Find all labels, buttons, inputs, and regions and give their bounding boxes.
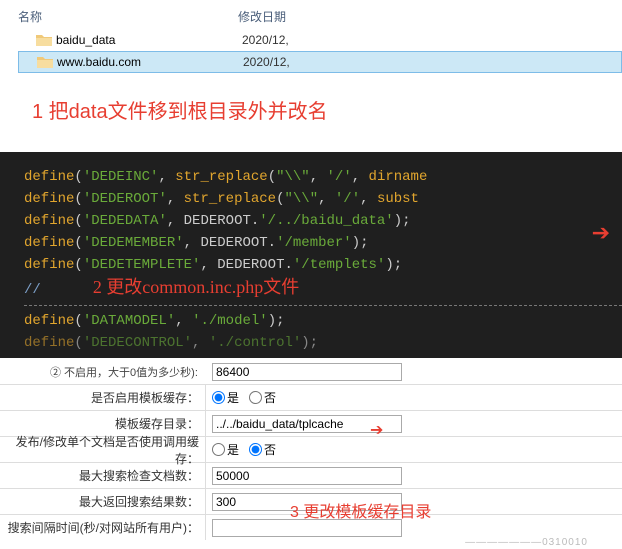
annotation-3: 3 更改模板缓存目录 (290, 498, 431, 522)
watermark: ———————0310010 (465, 537, 588, 548)
timeout-input[interactable] (212, 363, 402, 381)
arrow-icon: ➔ (370, 420, 383, 440)
file-explorer: 名称 修改日期 baidu_data 2020/12, www.baidu.co… (0, 0, 622, 152)
folder-icon (37, 54, 53, 70)
settings-form: ② 不启用，大于0值为多少秒): 是否启用模板缓存： 是 否 模板缓存目录： 发… (0, 358, 622, 549)
file-date: 2020/12, (243, 55, 290, 69)
field-label: 搜索间隔时间(秒/对网站所有用户)： (0, 515, 206, 540)
file-name: www.baidu.com (57, 55, 243, 69)
radio-no[interactable]: 否 (249, 389, 276, 406)
annotation-2: 2 更改common.inc.php文件 (93, 277, 299, 297)
folder-icon (36, 32, 52, 48)
field-label: 最大搜索检查文档数： (0, 463, 206, 488)
annotation-1: 1 把data文件移到根目录外并改名 (32, 95, 622, 124)
col-date-header[interactable]: 修改日期 (238, 8, 286, 25)
arrow-icon: ➔ (592, 224, 610, 246)
file-name: baidu_data (56, 33, 242, 47)
note-text: ② 不启用，大于0值为多少秒): (0, 362, 206, 382)
file-row[interactable]: www.baidu.com 2020/12, (18, 51, 622, 73)
radio-yes[interactable]: 是 (212, 441, 239, 458)
max-docs-input[interactable] (212, 467, 402, 485)
radio-no[interactable]: 否 (249, 441, 276, 458)
file-date: 2020/12, (242, 33, 289, 47)
field-label: 发布/修改单个文档是否使用调用缓存： (0, 437, 206, 462)
field-label: 最大返回搜索结果数： (0, 489, 206, 514)
file-list-header: 名称 修改日期 (18, 4, 622, 29)
field-label: 是否启用模板缓存： (0, 385, 206, 410)
col-name-header[interactable]: 名称 (18, 8, 238, 25)
code-editor: define('DEDEINC', str_replace("\\", '/',… (0, 152, 622, 358)
radio-yes[interactable]: 是 (212, 389, 239, 406)
file-row[interactable]: baidu_data 2020/12, (18, 29, 622, 51)
